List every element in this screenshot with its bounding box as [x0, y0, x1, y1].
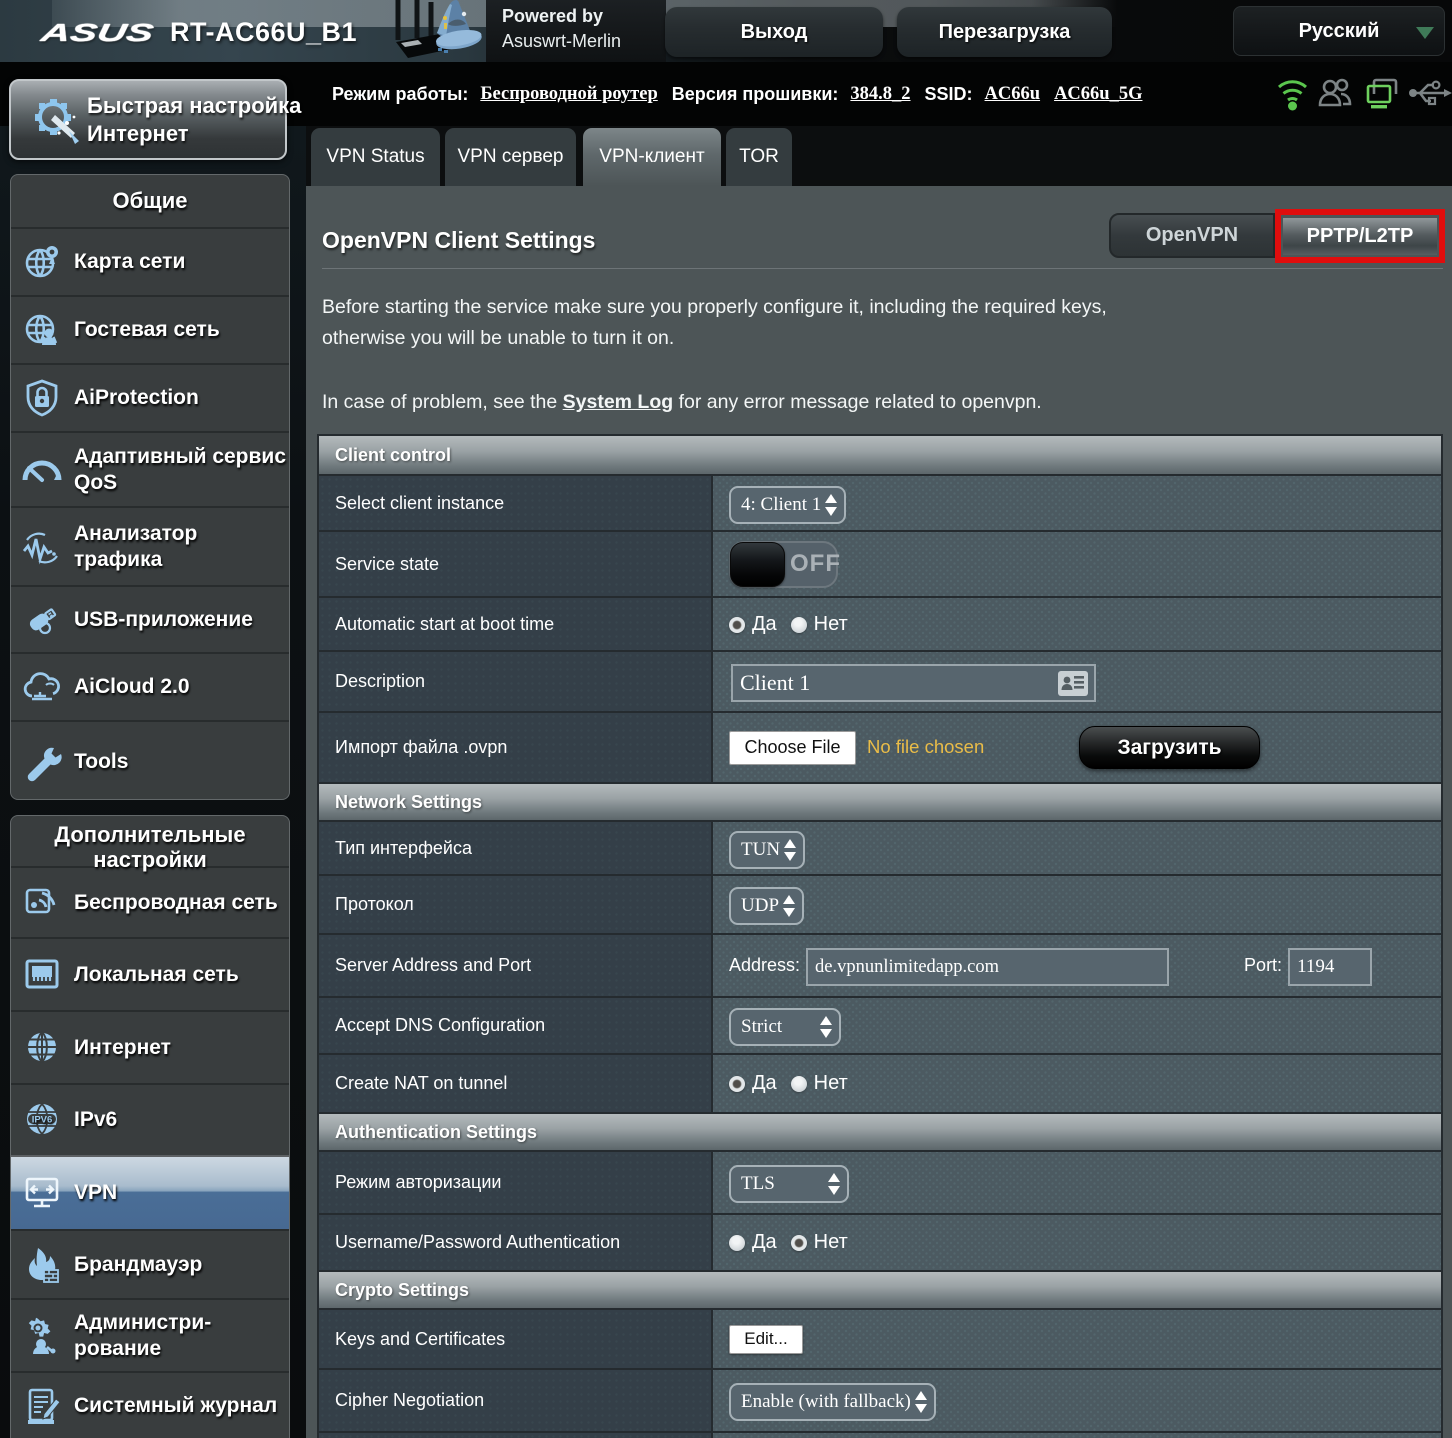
svg-text:IPV6: IPV6	[32, 1115, 53, 1126]
